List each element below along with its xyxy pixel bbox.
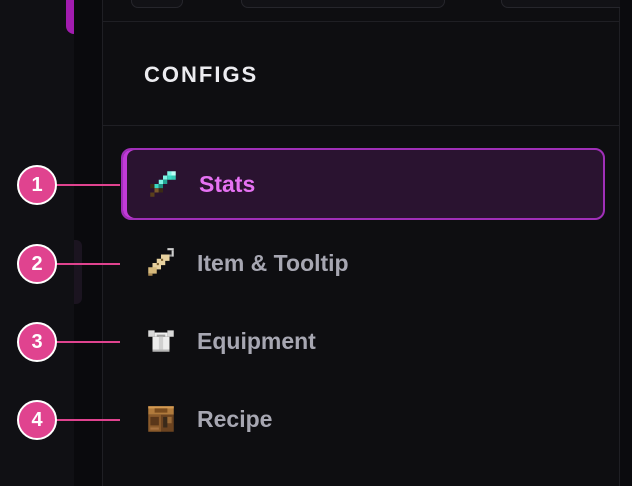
callout-badge-1: 1	[17, 165, 57, 205]
top-search[interactable]	[241, 0, 445, 8]
callout-badge-2: 2	[17, 244, 57, 284]
nav-item-recipe[interactable]: Recipe	[121, 383, 605, 455]
chestplate-icon	[143, 323, 179, 359]
diamond-sword-icon	[145, 166, 181, 202]
top-bar	[103, 0, 632, 22]
nav-item-equipment[interactable]: Equipment	[121, 305, 605, 377]
callout-line-1	[56, 184, 120, 186]
panel-header: CONFIGS	[103, 22, 619, 126]
crafting-table-icon	[143, 401, 179, 437]
nav-label-recipe: Recipe	[197, 405, 273, 432]
callout-line-2	[56, 263, 120, 265]
callout-line-3	[56, 341, 120, 343]
nav-label-equipment: Equipment	[197, 327, 316, 354]
nav-label-item-tooltip: Item & Tooltip	[197, 249, 349, 276]
configs-panel: CONFIGS Stats Item & Tooltip Equipment R…	[102, 0, 632, 486]
callout-badge-3: 3	[17, 322, 57, 362]
nav-item-stats[interactable]: Stats	[121, 148, 605, 220]
nav-item-item-tooltip[interactable]: Item & Tooltip	[121, 227, 605, 299]
callout-line-4	[56, 419, 120, 421]
nav-label-stats: Stats	[199, 170, 256, 197]
callout-badge-4: 4	[17, 400, 57, 440]
top-dropdown[interactable]	[501, 0, 632, 8]
name-tag-icon	[143, 245, 179, 281]
rail-tab[interactable]	[74, 240, 82, 304]
right-edge	[620, 0, 632, 486]
top-button[interactable]	[131, 0, 183, 8]
panel-title: CONFIGS	[144, 62, 259, 87]
